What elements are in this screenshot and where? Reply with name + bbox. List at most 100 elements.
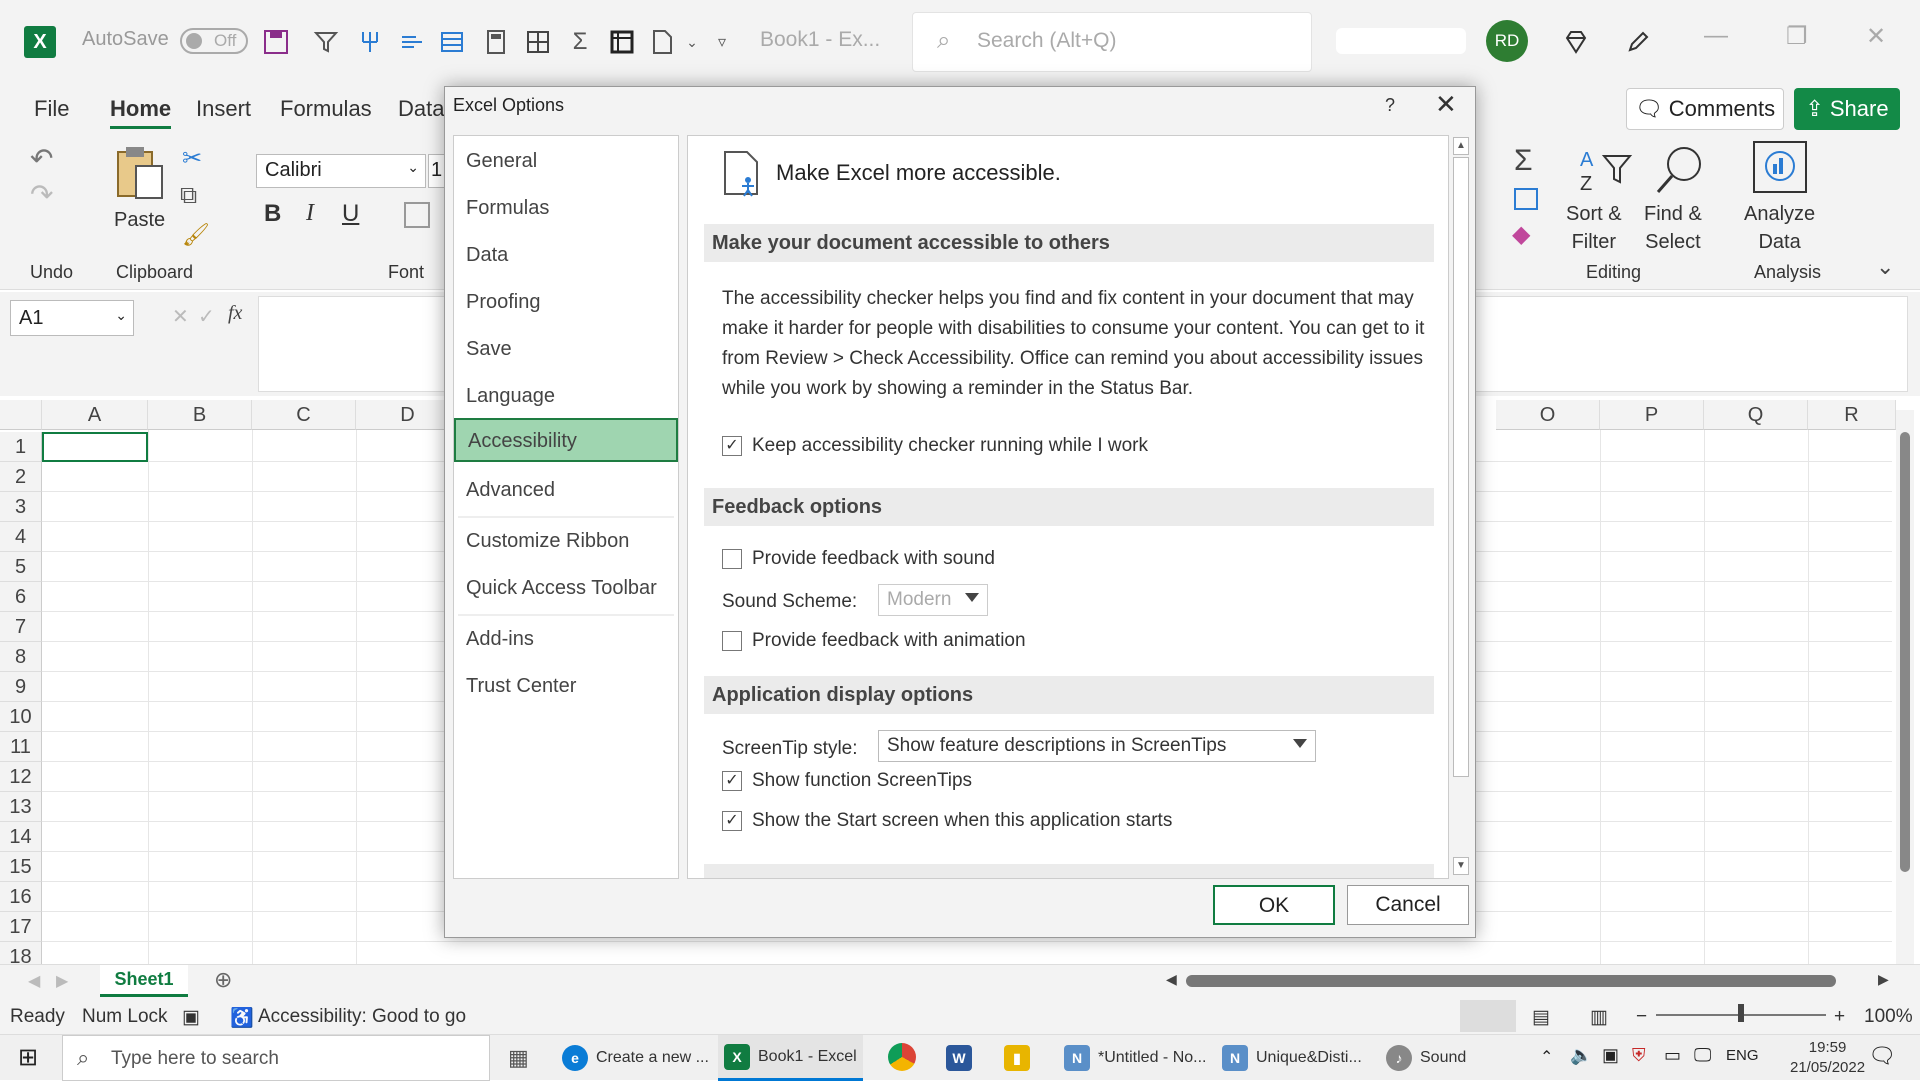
horizontal-scrollbar[interactable] (1186, 975, 1836, 987)
vertical-scrollbar[interactable] (1896, 410, 1914, 964)
row-header[interactable]: 11 (0, 732, 42, 762)
notifications-icon[interactable]: 🗨 (1868, 1043, 1896, 1069)
file-explorer-icon[interactable]: ▮ (1004, 1045, 1030, 1071)
zoom-out-icon[interactable]: − (1636, 1006, 1647, 1028)
language-indicator[interactable]: ENG (1726, 1047, 1759, 1064)
row-header[interactable]: 4 (0, 522, 42, 552)
autosave-toggle[interactable]: Off (180, 28, 248, 54)
taskbar-search[interactable]: ⌕ Type here to search (62, 1035, 490, 1081)
comments-button[interactable]: 🗨 Comments (1626, 88, 1784, 130)
diamond-icon[interactable] (1556, 22, 1596, 62)
italic-button[interactable]: I (306, 200, 314, 227)
row-header[interactable]: 17 (0, 912, 42, 942)
scroll-left-icon[interactable]: ◀ (1166, 971, 1177, 988)
volume-icon[interactable]: 🔈 (1570, 1045, 1592, 1066)
row-header[interactable]: 5 (0, 552, 42, 582)
keep-checker-checkbox[interactable]: ✓ (722, 436, 742, 456)
search-box[interactable]: ⌕ Search (Alt+Q) (912, 12, 1312, 72)
category-accessibility[interactable]: Accessibility (454, 418, 678, 462)
fork-icon[interactable] (350, 22, 390, 62)
network-icon[interactable]: 🖵 (1694, 1045, 1711, 1066)
tab-home[interactable]: Home (110, 96, 172, 129)
display-icon[interactable]: ▣ (1602, 1045, 1619, 1066)
table-icon[interactable] (518, 22, 558, 62)
format-painter-icon[interactable]: 🖌 (182, 222, 210, 248)
sound-scheme-select[interactable]: Modern (878, 584, 988, 616)
taskbar-item-edge[interactable]: e Create a new ... (556, 1035, 715, 1081)
category-formulas[interactable]: Formulas (454, 187, 678, 231)
feedback-sound-option[interactable]: Provide feedback with sound (722, 548, 995, 570)
feedback-animation-option[interactable]: Provide feedback with animation (722, 630, 1026, 652)
chrome-icon[interactable] (888, 1043, 916, 1071)
prev-sheet-icon[interactable]: ◀ (28, 971, 40, 991)
name-box[interactable]: A1 ⌄ (10, 300, 134, 336)
word-icon[interactable]: W (946, 1045, 972, 1071)
scroll-right-icon[interactable]: ▶ (1878, 971, 1889, 988)
save-icon[interactable] (256, 22, 296, 62)
scroll-thumb[interactable] (1900, 432, 1910, 872)
add-sheet-icon[interactable]: ⊕ (214, 967, 232, 993)
copy-icon[interactable]: ⧉ (180, 182, 197, 210)
sum-icon[interactable]: Σ (560, 22, 600, 62)
close-icon[interactable]: ✕ (1435, 89, 1457, 120)
screentip-style-select[interactable]: Show feature descriptions in ScreenTips (878, 730, 1316, 762)
sort-filter-icon[interactable]: AZ (1578, 142, 1634, 198)
row-header[interactable]: 15 (0, 852, 42, 882)
column-header[interactable]: C (252, 400, 356, 430)
row-header[interactable]: 12 (0, 762, 42, 792)
row-header[interactable]: 10 (0, 702, 42, 732)
analyze-data-button[interactable]: Analyze Data (1744, 200, 1815, 256)
customize-toolbar-icon[interactable]: ▿ (702, 22, 742, 62)
zoom-slider-thumb[interactable] (1738, 1004, 1744, 1022)
restore-icon[interactable]: ❐ (1786, 22, 1808, 51)
tab-formulas[interactable]: Formulas (280, 96, 372, 122)
clock[interactable]: 19:59 21/05/2022 (1790, 1038, 1865, 1078)
pen-icon[interactable] (1618, 22, 1658, 62)
page-layout-icon[interactable]: ▤ (1532, 1006, 1550, 1029)
sheet-tab[interactable]: Sheet1 (100, 965, 188, 997)
accessibility-icon[interactable]: ♿ (230, 1006, 254, 1030)
bold-button[interactable]: B (264, 200, 281, 228)
avatar[interactable]: RD (1486, 20, 1528, 62)
row-header[interactable]: 3 (0, 492, 42, 522)
collapse-ribbon-icon[interactable]: ⌄ (1876, 254, 1894, 280)
taskbar-item-notepad-2[interactable]: N Unique&Disti... (1216, 1035, 1368, 1081)
borders-icon[interactable] (602, 22, 642, 62)
row-header[interactable]: 14 (0, 822, 42, 852)
function-screentips-option[interactable]: ✓ Show function ScreenTips (722, 770, 972, 792)
taskbar-item-excel[interactable]: X Book1 - Excel (718, 1035, 863, 1081)
cut-icon[interactable]: ✂ (182, 144, 202, 173)
column-header[interactable]: R (1808, 400, 1896, 430)
row-header[interactable]: 7 (0, 612, 42, 642)
start-screen-option[interactable]: ✓ Show the Start screen when this applic… (722, 810, 1172, 832)
fill-icon[interactable] (1514, 188, 1538, 210)
feedback-animation-checkbox[interactable] (722, 631, 742, 651)
selected-cell-a1[interactable] (42, 432, 148, 462)
redo-icon[interactable]: ↷ (30, 178, 53, 211)
column-header[interactable]: B (148, 400, 252, 430)
row-header[interactable]: 13 (0, 792, 42, 822)
find-select-icon[interactable] (1652, 142, 1708, 198)
category-data[interactable]: Data (454, 234, 678, 278)
windows-start-icon[interactable]: ⊞ (18, 1043, 38, 1072)
form-icon[interactable] (432, 22, 472, 62)
feedback-sound-checkbox[interactable] (722, 549, 742, 569)
row-header[interactable]: 2 (0, 462, 42, 492)
zoom-level[interactable]: 100% (1864, 1006, 1913, 1028)
tab-insert[interactable]: Insert (196, 96, 251, 122)
category-trust-center[interactable]: Trust Center (454, 665, 678, 709)
tab-file[interactable]: File (34, 96, 69, 122)
calculator-icon[interactable] (476, 22, 516, 62)
taskbar-item-sound[interactable]: ♪ Sound (1380, 1035, 1472, 1081)
help-button[interactable]: ? (1385, 95, 1395, 116)
zoom-in-icon[interactable]: + (1834, 1006, 1845, 1028)
normal-view-icon[interactable] (1460, 1000, 1516, 1032)
minimize-icon[interactable]: — (1704, 22, 1728, 50)
tab-data[interactable]: Data (398, 96, 444, 122)
align-icon[interactable] (392, 22, 432, 62)
undo-icon[interactable]: ↶ (30, 142, 53, 175)
scroll-up-icon[interactable]: ▲ (1453, 137, 1469, 155)
row-header[interactable]: 8 (0, 642, 42, 672)
close-window-icon[interactable]: ✕ (1866, 22, 1886, 51)
column-header[interactable]: P (1600, 400, 1704, 430)
